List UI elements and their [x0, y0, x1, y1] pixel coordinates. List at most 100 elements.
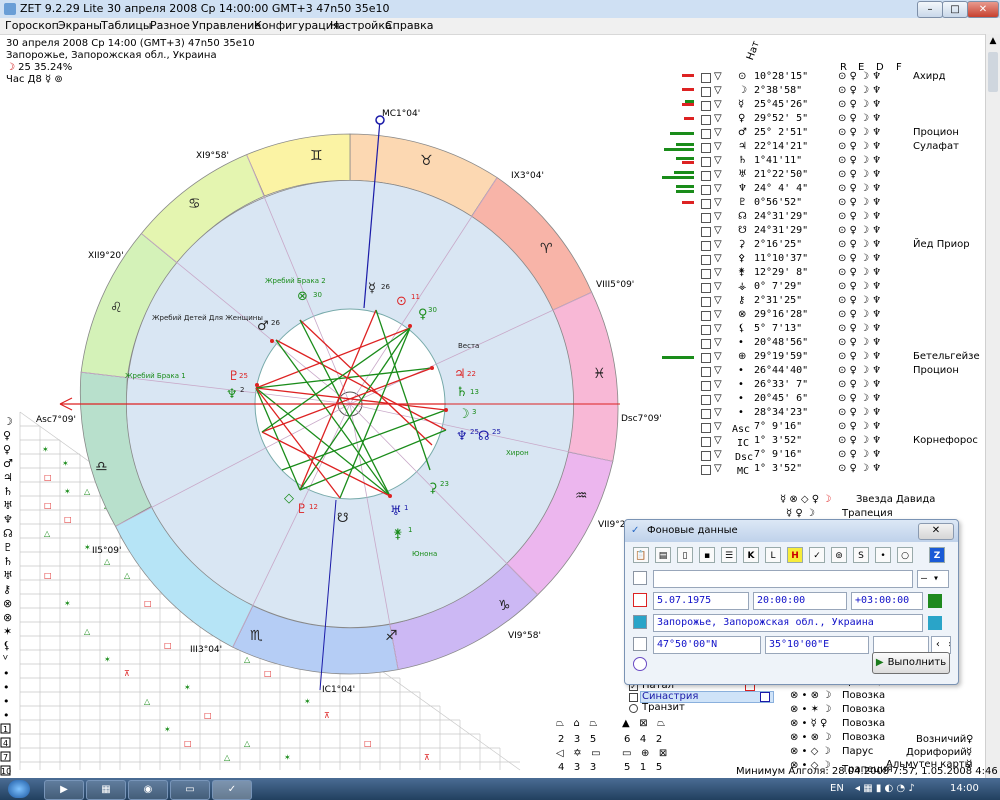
taskbar-media-icon[interactable]: ▶ [44, 780, 84, 800]
transit-radio[interactable] [629, 704, 638, 713]
taskbar-media2-icon[interactable]: ◉ [128, 780, 168, 800]
libra-icon: ♎ [95, 459, 108, 475]
dignity-icons: ⊙ ♀ ☽ ♆ [838, 337, 882, 348]
planet-icon: • [738, 379, 744, 390]
leo-icon: ♌ [110, 300, 123, 316]
dignity-icons: ⊙ ♀ ☽ ♆ [838, 449, 882, 460]
synastry-checkbox[interactable] [629, 693, 638, 702]
sign-dropdown[interactable]: – ▾ [917, 570, 949, 588]
transit-label: Транзит [642, 702, 685, 713]
timezone-field[interactable]: +03:00:00 [851, 592, 923, 610]
figure-wagon-glyphs: ⊗ • ⊗ ☽ [790, 690, 832, 701]
planet-position: 22°14'21" [754, 141, 809, 152]
element-triangle-icon: ▽ [714, 337, 722, 348]
toolbar-paste-icon[interactable]: ▤ [655, 547, 671, 563]
taskbar-zet-icon[interactable]: ✓ [212, 780, 252, 800]
figure-sail: Парус [842, 746, 874, 757]
svg-text:13: 13 [470, 388, 479, 396]
language-indicator[interactable]: EN [830, 783, 844, 794]
toolbar-s-icon[interactable]: S [853, 547, 869, 563]
planet-position: 1° 3'52" [754, 435, 803, 446]
latitude-field[interactable]: 47°50'00"N [653, 636, 761, 654]
dominant-icons: ☿ [966, 747, 973, 758]
label-dsc: Dsc7°09' [621, 414, 662, 424]
element-triangle-icon: ▽ [714, 183, 722, 194]
name-field[interactable] [653, 570, 913, 588]
toolbar-list-icon[interactable]: ☰ [721, 547, 737, 563]
toolbar-doc-icon[interactable]: ▯ [677, 547, 693, 563]
start-button[interactable] [8, 780, 30, 798]
planet-icon: ⚷ [738, 295, 746, 306]
count-glyphs-4: ▭ ⊕ ⊠ [622, 748, 668, 759]
house-box-icon [701, 437, 711, 447]
neptune-asc-icon: ♆ [226, 387, 238, 402]
time-field[interactable]: 20:00:00 [753, 592, 847, 610]
element-triangle-icon: ▽ [714, 407, 722, 418]
house-box-icon [701, 213, 711, 223]
mercury-icon: ☿ [368, 281, 376, 296]
planet-position: 26°33' 7" [754, 379, 809, 390]
house-box-icon [701, 465, 711, 475]
count-glyphs: ⏢ ⌂ ⏢ [556, 718, 598, 729]
dignity-icons: ⊙ ♀ ☽ ♆ [838, 239, 882, 250]
svg-text:25: 25 [239, 372, 248, 380]
toolbar-l-icon[interactable]: L [765, 547, 781, 563]
strength-bar [682, 103, 694, 106]
taskbar-folder-icon[interactable]: ▭ [170, 780, 210, 800]
svg-text:26: 26 [381, 283, 390, 291]
house-box-icon [701, 101, 711, 111]
strength-bar [682, 74, 694, 77]
house-box-icon [701, 227, 711, 237]
element-triangle-icon: ▽ [714, 281, 722, 292]
saturn-icon: ♄ [456, 385, 468, 400]
toolbar-check-icon[interactable]: ✓ [809, 547, 825, 563]
planet-icon: ⊕ [738, 351, 747, 362]
svg-text:1: 1 [408, 526, 412, 534]
planet-position: 11°10'37" [754, 253, 809, 264]
svg-text:26: 26 [271, 319, 280, 327]
planet-position: 12°29' 8" [754, 267, 809, 278]
house-box-icon [701, 451, 711, 461]
tz-status-icon[interactable] [928, 594, 942, 608]
dialog-close-button[interactable]: ✕ [918, 523, 954, 540]
toolbar-new-icon[interactable]: 📋 [633, 547, 649, 563]
toolbar-h-icon[interactable]: H [787, 547, 803, 563]
planet-icon: ☽ [738, 85, 747, 96]
planet-position: 20°45' 6" [754, 393, 809, 404]
dignity-icons: ⊙ ♀ ☽ ♆ [838, 463, 882, 474]
dignity-icons: ⊙ ♀ ☽ ♆ [838, 309, 882, 320]
synastry-color-icon[interactable] [760, 692, 770, 702]
taskbar-app-icon[interactable]: ▦ [86, 780, 126, 800]
planet-position: 10°28'15" [754, 71, 809, 82]
place-field[interactable]: Запорожье, Запорожская обл., Украина [653, 614, 923, 632]
strength-bar [676, 143, 694, 146]
toolbar-z-icon[interactable]: Z [929, 547, 945, 563]
dignity-icons: ⊙ ♀ ☽ ♆ [838, 99, 882, 110]
taskbar: ▶ ▦ ◉ ▭ ✓ EN ◂ ▦ ▮ ◐ ◔ ♪ 14:00 [0, 778, 1000, 800]
map-icon[interactable] [928, 616, 942, 630]
coords-icon [633, 637, 647, 651]
toolbar-target-icon[interactable]: ⊚ [831, 547, 847, 563]
run-button[interactable]: ▶ Выполнить [872, 652, 950, 674]
house-box-icon [701, 325, 711, 335]
toolbar-dot-icon[interactable]: • [875, 547, 891, 563]
toolbar-circle-icon[interactable]: ○ [897, 547, 913, 563]
toolbar-save-icon[interactable]: ▪ [699, 547, 715, 563]
date-field[interactable]: 5.07.1975 [653, 592, 749, 610]
longitude-field[interactable]: 35°10'00"E [765, 636, 869, 654]
element-triangle-icon: ▽ [714, 323, 722, 334]
clock[interactable]: 14:00 [950, 783, 979, 794]
south-node-icon: ☋ [337, 511, 349, 526]
element-triangle-icon: ▽ [714, 141, 722, 152]
toolbar-k-icon[interactable]: K [743, 547, 759, 563]
dialog-titlebar[interactable]: ✓ Фоновые данные [625, 520, 958, 542]
strength-bar [682, 88, 694, 91]
dignity-icons: ⊙ ♀ ☽ ♆ [838, 71, 882, 82]
tray-icons[interactable]: ◂ ▦ ▮ ◐ ◔ ♪ [855, 783, 915, 794]
svg-text:2: 2 [240, 386, 244, 394]
planet-icon: • [738, 337, 744, 348]
dialog-app-icon: ✓ [631, 525, 640, 536]
planet-icon: ♇ [738, 197, 747, 208]
pluto-icon: ♇ [228, 369, 240, 384]
planet-position: 20°48'56" [754, 337, 809, 348]
